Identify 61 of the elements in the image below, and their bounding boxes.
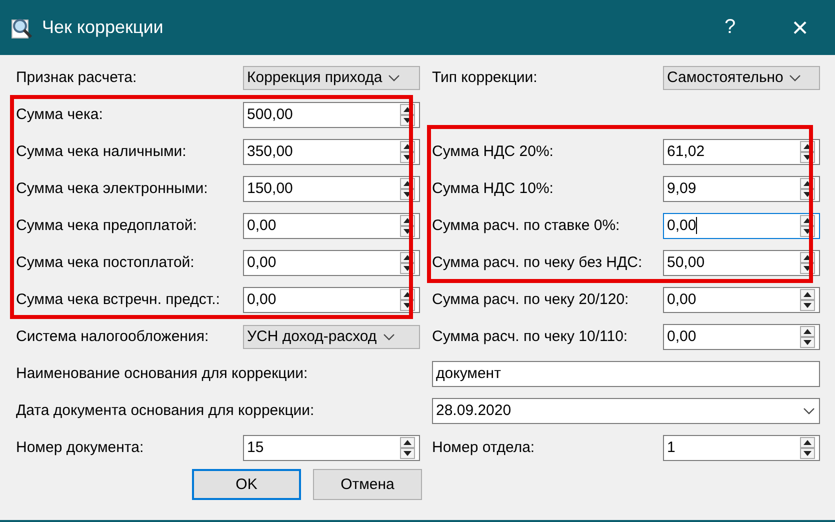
field-label: Сумма чека: [16,106,104,123]
spin-box[interactable]: 0,00 [243,212,420,238]
field-label: Сумма чека электронными: [16,180,209,197]
spin-arrows-icon[interactable] [800,252,815,274]
close-button[interactable]: × [765,0,835,55]
dropdown[interactable]: УСН доход-расход [243,324,420,348]
spin-box[interactable]: 150,00 [243,176,420,202]
spin-box[interactable]: 1 [663,434,820,460]
field-label: Сумма расч. по чеку 20/120: [432,291,630,308]
spin-arrows-icon[interactable] [400,288,415,310]
chevron-down-icon[interactable] [382,332,395,340]
spin-box[interactable]: 61,02 [663,138,820,164]
cancel-button[interactable]: Отмена [313,469,422,500]
field-label: Сумма расч. по чеку без НДС: [432,254,644,271]
spin-box[interactable]: 9,09 [663,176,820,202]
spin-arrows-icon[interactable] [800,140,815,162]
spin-arrows-icon[interactable] [400,252,415,274]
spin-box[interactable]: 0,00 [663,324,820,350]
field-label: Признак расчета: [16,69,138,86]
spin-arrows-icon[interactable] [400,104,415,126]
chevron-down-icon[interactable] [803,406,815,414]
spin-box[interactable]: 0,00 [243,250,420,276]
field-label: Сумма чека наличными: [16,143,188,160]
ok-button[interactable]: OK [192,469,301,500]
field-label: Наименование основания для коррекции: [16,365,309,382]
spin-box[interactable]: 0,00 [663,212,820,238]
chevron-down-icon[interactable] [789,74,802,82]
spin-box[interactable]: 15 [243,434,420,460]
date-picker[interactable]: 28.09.2020 [432,398,820,424]
spin-arrows-icon[interactable] [400,436,415,458]
spin-box[interactable]: 500,00 [243,102,420,128]
input-field[interactable]: документ [432,360,820,386]
help-button[interactable]: ? [695,0,765,55]
spin-arrows-icon[interactable] [800,288,815,310]
spin-box[interactable]: 0,00 [243,286,420,312]
field-label: Система налогообложения: [16,328,210,345]
field-label: Сумма расч. по чеку 10/110: [432,328,629,345]
spin-arrows-icon[interactable] [800,214,815,236]
spin-box[interactable]: 350,00 [243,138,420,164]
spin-arrows-icon[interactable] [800,436,815,458]
field-label: Сумма чека предоплатой: [16,217,198,234]
spin-box[interactable]: 50,00 [663,250,820,276]
chevron-down-icon[interactable] [388,74,400,82]
field-label: Сумма НДС 20%: [432,143,554,160]
field-label: Номер документа: [16,439,145,456]
field-label: Дата документа основания для коррекции: [16,402,316,419]
field-label: Сумма расч. по ставке 0%: [432,217,621,234]
field-label: Тип коррекции: [432,69,538,86]
field-label: Номер отдела: [432,439,536,456]
window-title: Чек коррекции [42,17,164,38]
field-label: Сумма чека постоплатой: [16,254,196,271]
spin-box[interactable]: 0,00 [663,286,820,312]
spin-arrows-icon[interactable] [800,326,815,348]
spin-arrows-icon[interactable] [400,140,415,162]
spin-arrows-icon[interactable] [400,178,415,200]
field-label: Сумма НДС 10%: [432,180,554,197]
field-label: Сумма чека встречн. предст.: [16,291,221,308]
dropdown[interactable]: Самостоятельно [663,66,820,90]
dropdown[interactable]: Коррекция прихода [243,66,420,90]
spin-arrows-icon[interactable] [800,178,815,200]
spin-arrows-icon[interactable] [400,214,415,236]
